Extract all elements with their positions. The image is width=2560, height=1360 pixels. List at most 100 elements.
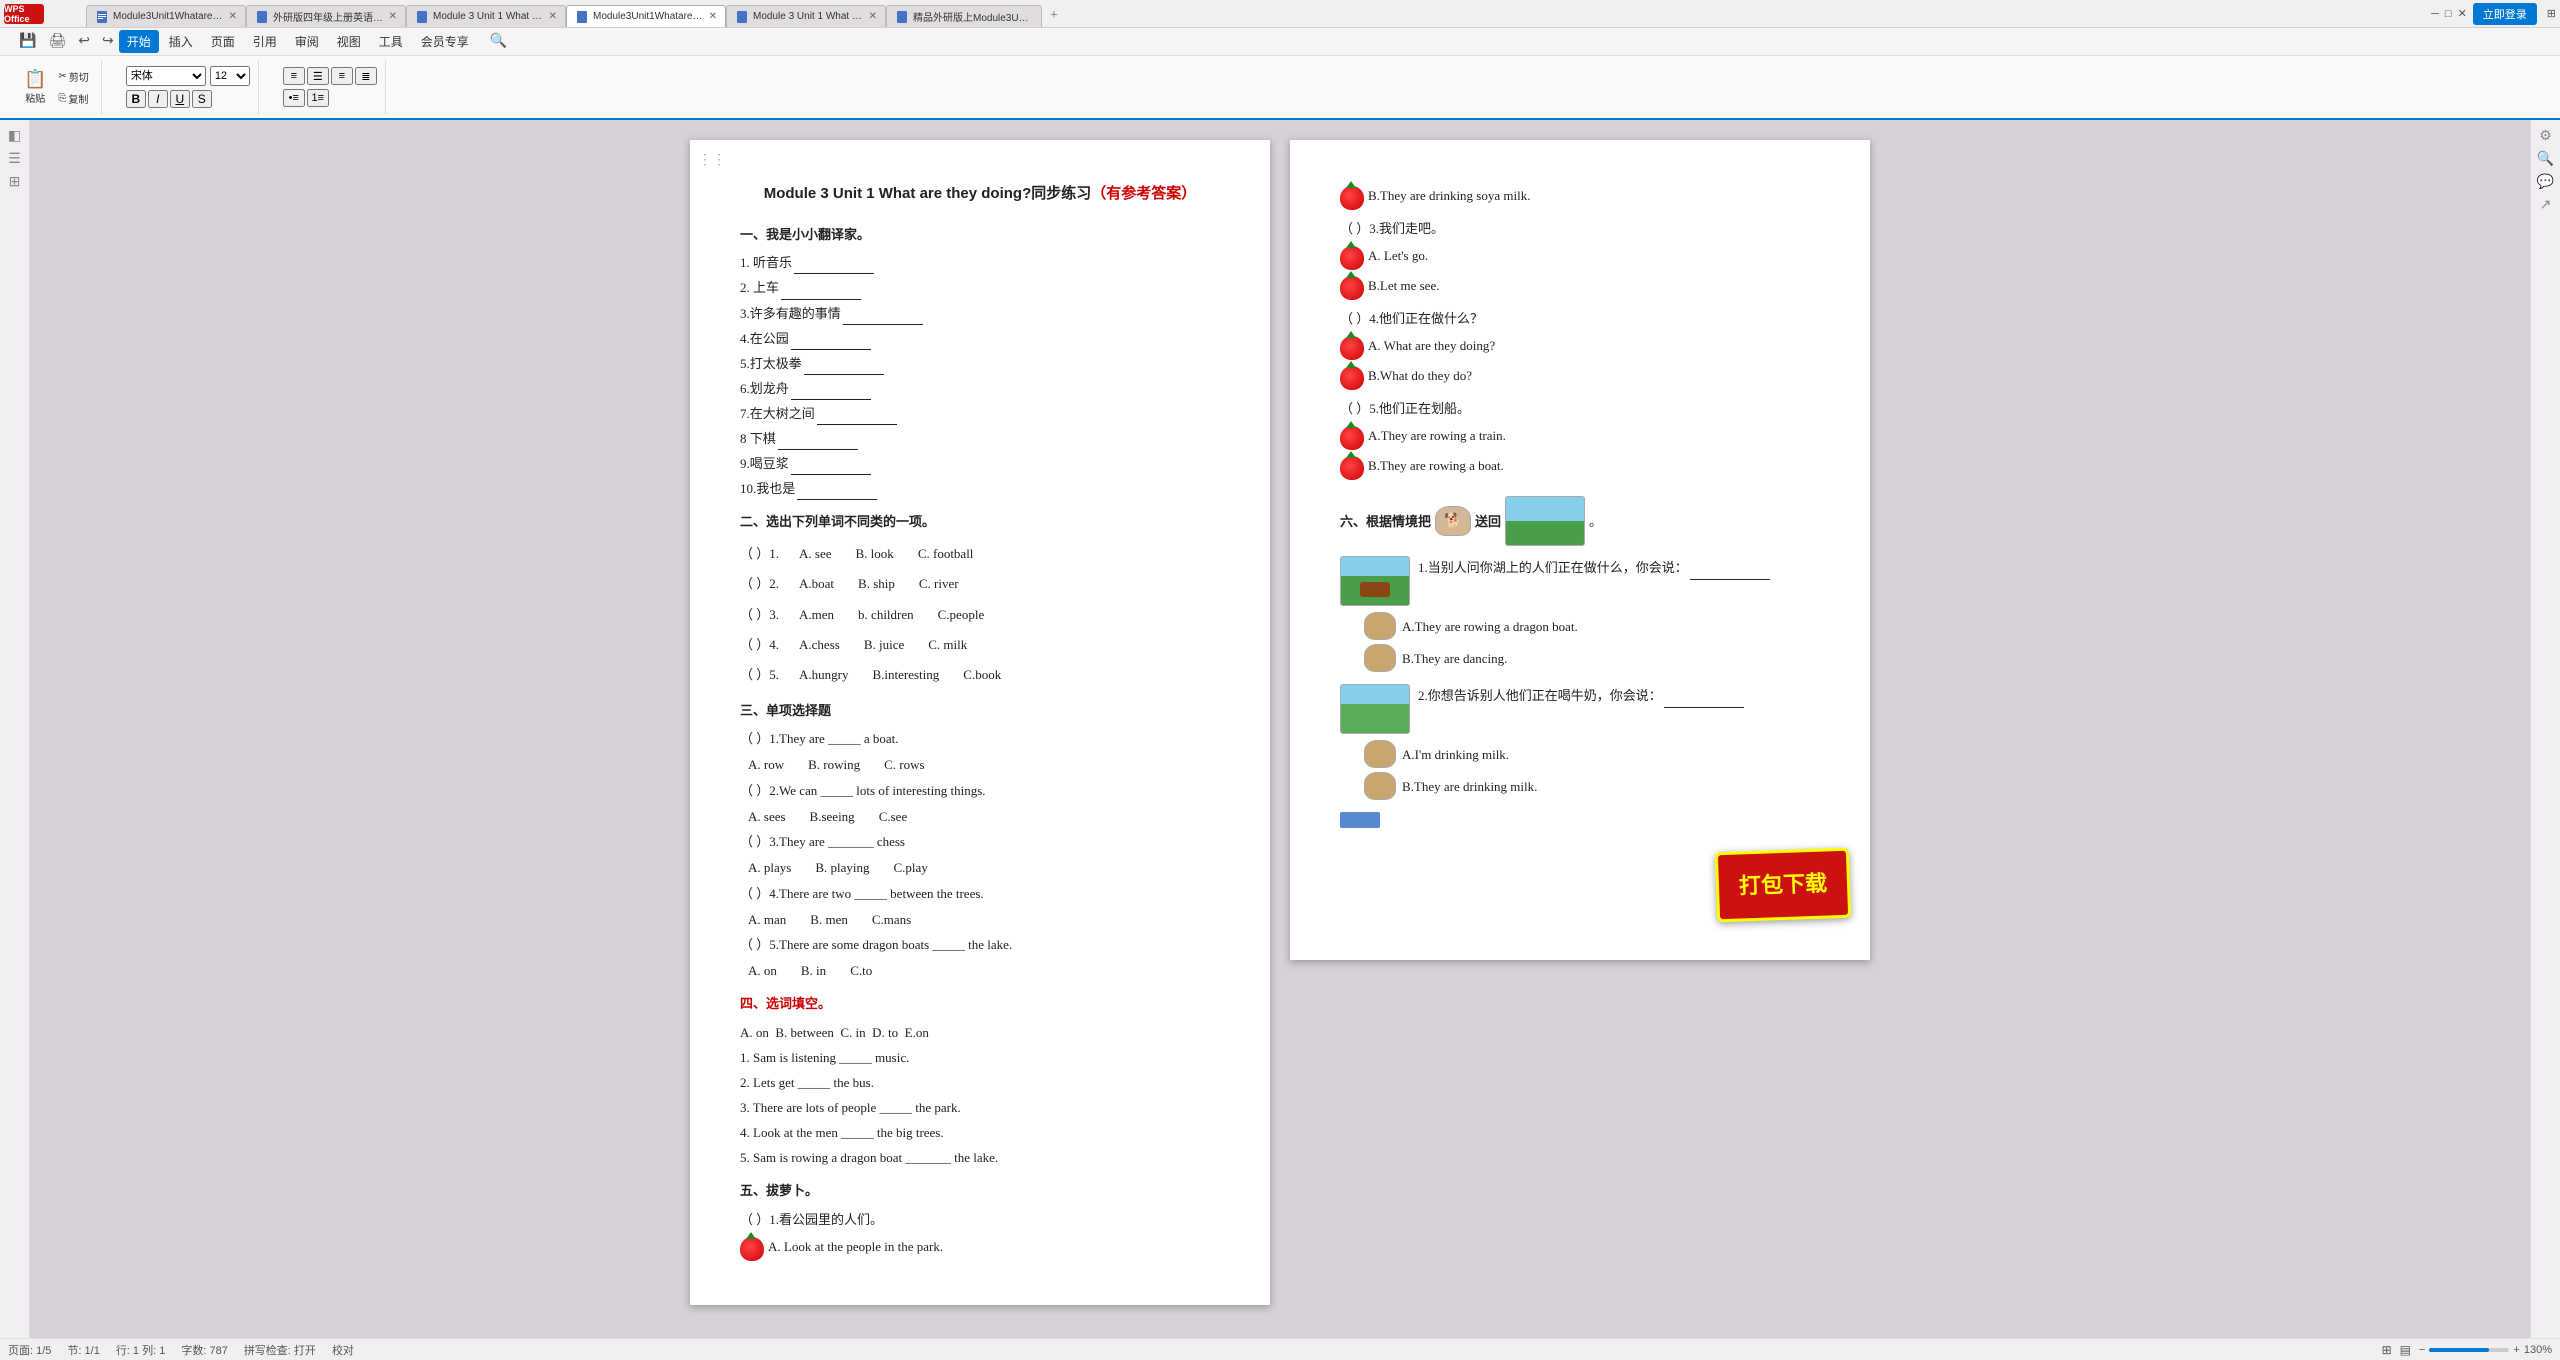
- menu-tools[interactable]: 工具: [371, 30, 411, 53]
- menu-view[interactable]: 视图: [329, 30, 369, 53]
- dog-image-1: 🐕: [1435, 506, 1471, 536]
- sidebar-pages-icon[interactable]: ⊞: [9, 174, 21, 191]
- menu-page[interactable]: 页面: [203, 30, 243, 53]
- s6-q2-dog-a: A.I'm drinking milk.: [1364, 740, 1820, 768]
- bullet-list-button[interactable]: •≡: [283, 89, 305, 107]
- zoom-bar: − + 130%: [2419, 1344, 2552, 1356]
- menu-bar: 💾 🖨 ↩ ↪ 开始 插入 页面 引用 审阅 视图 工具 会员专享 🔍: [0, 28, 2560, 56]
- document-pages: ⋮⋮ Module 3 Unit 1 What are they doing?同…: [690, 140, 1870, 1318]
- bold-button[interactable]: B: [126, 90, 146, 108]
- p2-s5-3a: A. Let's go.: [1340, 244, 1820, 270]
- ribbon: 📋 粘贴 ✂剪切 ⎘复制 宋体 12 B I U S ≡: [0, 56, 2560, 120]
- align-right-button[interactable]: ≡: [331, 67, 353, 85]
- sidebar-outline-icon[interactable]: ☰: [8, 151, 21, 168]
- document-area[interactable]: ⋮⋮ Module 3 Unit 1 What are they doing?同…: [30, 120, 2530, 1338]
- status-page: 页面: 1/5: [8, 1342, 51, 1358]
- maximize-icon[interactable]: □: [2445, 8, 2452, 20]
- font-size-select[interactable]: 12: [210, 66, 250, 86]
- align-left-button[interactable]: ≡: [283, 67, 305, 85]
- download-badge[interactable]: 打包下载: [1715, 848, 1851, 922]
- layout-icon[interactable]: ▤: [2400, 1343, 2411, 1357]
- italic-button[interactable]: I: [148, 90, 168, 108]
- save-icon[interactable]: 💾: [16, 31, 39, 52]
- copy-button[interactable]: ⎘复制: [54, 89, 92, 108]
- tab-close-1[interactable]: ✕: [229, 11, 237, 22]
- right-comment-icon[interactable]: 💬: [2537, 174, 2554, 191]
- p2-s5-5a: A.They are rowing a train.: [1340, 424, 1820, 450]
- redo-icon[interactable]: ↪: [99, 31, 117, 52]
- title-bar-left: WPS Office: [4, 4, 84, 24]
- right-share-icon[interactable]: ↗: [2540, 197, 2552, 214]
- tab-2[interactable]: 外研版四年级上册英语Moudle3Unit... ✕: [246, 5, 406, 27]
- status-mode: 校对: [332, 1342, 354, 1358]
- view-mode-icon[interactable]: ⊞: [2382, 1343, 2392, 1357]
- undo-icon[interactable]: ↩: [75, 31, 93, 52]
- font-family-select[interactable]: 宋体: [126, 66, 206, 86]
- tab-6[interactable]: 精品外研版上Module3Unit1Wha...: [886, 5, 1042, 27]
- status-right: ⊞ ▤ − + 130%: [2382, 1343, 2552, 1357]
- s3-item-5: （ ）5.There are some dragon boats _____ t…: [740, 934, 1220, 956]
- sidebar-nav-icon[interactable]: ◧: [8, 128, 21, 145]
- s5-item-1: （ ）1.看公园里的人们。: [740, 1209, 1220, 1231]
- tab-4[interactable]: Module3Unit1Whatarethey... ✕: [566, 5, 726, 27]
- section-1-header: 一、我是小小翻译家。: [740, 223, 1220, 246]
- s4-wordbank: A. on B. between C. in D. to E.on: [740, 1022, 1220, 1044]
- justify-button[interactable]: ≣: [355, 67, 377, 85]
- minimize-icon[interactable]: ─: [2431, 8, 2439, 20]
- tabs-bar: Module3Unit1Whataretheydo... ✕ 外研版四年级上册英…: [86, 0, 2429, 27]
- s1-item-1: 1. 听音乐: [740, 252, 1220, 274]
- s1-item-5: 5.打太极拳: [740, 353, 1220, 375]
- right-format-icon[interactable]: ⚙: [2539, 128, 2552, 145]
- s6-q1-dog-b: B.They are dancing.: [1364, 644, 1820, 672]
- print-icon[interactable]: 🖨: [45, 31, 69, 52]
- tab-close-5[interactable]: ✕: [869, 11, 877, 22]
- doc-icon-2: [255, 10, 269, 24]
- menu-start[interactable]: 开始: [119, 30, 159, 53]
- ribbon-clipboard: 📋 粘贴 ✂剪切 ⎘复制: [12, 60, 102, 114]
- zoom-out-icon[interactable]: −: [2419, 1344, 2425, 1356]
- paste-button[interactable]: 📋 粘贴: [20, 67, 50, 108]
- s6-q2-dog-b: B.They are drinking milk.: [1364, 772, 1820, 800]
- section-6-header-row: 六、根据情境把 🐕 送回 。: [1340, 496, 1820, 546]
- zoom-slider[interactable]: [2429, 1348, 2509, 1352]
- tab-add-button[interactable]: +: [1042, 5, 1066, 27]
- p2-s5-5b: B.They are rowing a boat.: [1340, 454, 1820, 480]
- p2-s5-4a: A. What are they doing?: [1340, 334, 1820, 360]
- login-button[interactable]: 立即登录: [2473, 3, 2537, 25]
- menu-reference[interactable]: 引用: [245, 30, 285, 53]
- zoom-in-icon[interactable]: +: [2513, 1344, 2519, 1356]
- right-sidebar: ⚙ 🔍 💬 ↗: [2530, 120, 2560, 1338]
- tab-close-4[interactable]: ✕: [709, 11, 717, 22]
- search-icon[interactable]: 🔍: [487, 31, 510, 52]
- dog-b-1: [1364, 644, 1396, 672]
- cut-button[interactable]: ✂剪切: [54, 67, 92, 86]
- expand-icon[interactable]: ⊞: [2547, 7, 2556, 20]
- align-center-button[interactable]: ☰: [307, 67, 329, 85]
- s3-choices-5: A. onB. inC.to: [748, 959, 1220, 982]
- menu-insert[interactable]: 插入: [161, 30, 201, 53]
- s6-q1-row: 1.当别人问你湖上的人们正在做什么，你会说：: [1340, 556, 1820, 606]
- main-area: ◧ ☰ ⊞ ⋮⋮ Module 3 Unit 1 What are they d…: [0, 120, 2560, 1338]
- strikethrough-button[interactable]: S: [192, 90, 212, 108]
- menu-member[interactable]: 会员专享: [413, 30, 477, 53]
- number-list-button[interactable]: 1≡: [307, 89, 329, 107]
- status-section: 节: 1/1: [67, 1342, 99, 1358]
- s1-item-3: 3.许多有趣的事情: [740, 303, 1220, 325]
- wps-logo[interactable]: WPS Office: [4, 4, 44, 24]
- s6-header-period: 。: [1589, 510, 1602, 533]
- tab-1[interactable]: Module3Unit1Whataretheydo... ✕: [86, 5, 246, 27]
- tab-3[interactable]: Module 3 Unit 1 What are they do... ✕: [406, 5, 566, 27]
- tab-5[interactable]: Module 3 Unit 1 What are they do... ✕: [726, 5, 886, 27]
- page-title-bracket: （有参考答案）: [1091, 185, 1196, 202]
- right-search-icon[interactable]: 🔍: [2537, 151, 2554, 168]
- underline-button[interactable]: U: [170, 90, 190, 108]
- close-icon[interactable]: ✕: [2458, 7, 2467, 20]
- tab-close-3[interactable]: ✕: [549, 11, 557, 22]
- ribbon-paragraph: ≡ ☰ ≡ ≣ •≡ 1≡: [275, 60, 386, 114]
- s3-choices-2: A. seesB.seeingC.see: [748, 805, 1220, 828]
- menu-review[interactable]: 审阅: [287, 30, 327, 53]
- page-1-title: Module 3 Unit 1 What are they doing?同步练习…: [740, 180, 1220, 207]
- dog-a-2: [1364, 740, 1396, 768]
- tab-close-2[interactable]: ✕: [389, 11, 397, 22]
- section-4-header: 四、选词填空。: [740, 992, 1220, 1015]
